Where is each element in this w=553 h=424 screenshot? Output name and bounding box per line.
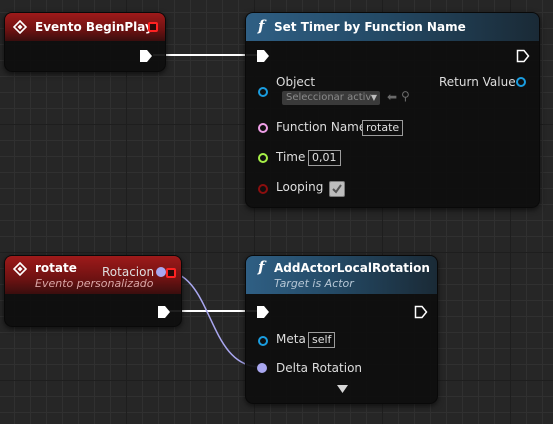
meta-label: Meta (276, 332, 306, 346)
arrow-left-icon[interactable]: ⬅ (387, 90, 397, 104)
expand-advanced-icon[interactable] (337, 385, 348, 393)
exec-out-pin[interactable] (516, 49, 530, 63)
time-label: Time (276, 150, 306, 164)
check-icon (332, 184, 342, 194)
exec-out-pin[interactable] (157, 305, 171, 319)
diamond-event-icon (13, 20, 27, 34)
object-combobox-text: Seleccionar activ (286, 92, 372, 103)
chevron-down-icon: ▼ (370, 93, 377, 102)
rotate-event-node[interactable]: rotate Evento personalizado Rotacion (4, 255, 182, 327)
exec-out-pin[interactable] (414, 305, 428, 319)
meta-pin[interactable] (258, 336, 268, 346)
begin-play-header[interactable]: Evento BeginPlay (5, 13, 165, 41)
diamond-event-icon (13, 262, 27, 276)
set-timer-node[interactable]: f Set Timer by Function Name Object Sele… (245, 12, 540, 208)
exec-in-pin[interactable] (256, 49, 270, 63)
meta-field[interactable]: self (308, 332, 336, 348)
exec-in-pin[interactable] (256, 305, 270, 319)
delegate-square-icon[interactable] (148, 22, 158, 32)
function-f-icon: f (258, 17, 265, 35)
exec-out-pin[interactable] (139, 49, 153, 63)
add-rotation-header[interactable]: f AddActorLocalRotation Target is Actor (246, 256, 437, 294)
object-label: Object (276, 75, 316, 89)
time-pin[interactable] (258, 153, 268, 163)
search-icon[interactable]: ⚲ (401, 89, 410, 103)
rotacion-pin[interactable] (156, 267, 166, 277)
rotacion-label: Rotacion (102, 265, 155, 279)
add-rotation-subtitle: Target is Actor (274, 277, 354, 290)
looping-pin[interactable] (258, 184, 268, 194)
begin-play-title: Evento BeginPlay (35, 20, 153, 34)
add-rotation-node[interactable]: f AddActorLocalRotation Target is Actor … (245, 255, 438, 404)
delta-rotation-label: Delta Rotation (276, 361, 363, 375)
return-value-label: Return Value (439, 75, 516, 89)
looping-label: Looping (276, 180, 324, 194)
delegate-square-icon[interactable] (166, 268, 176, 278)
delta-rotation-pin[interactable] (257, 363, 267, 373)
function-name-label: Function Name (276, 120, 367, 134)
object-combobox[interactable]: Seleccionar activ ▼ (282, 91, 380, 105)
time-field[interactable]: 0,01 (308, 150, 341, 166)
set-timer-title: Set Timer by Function Name (274, 20, 466, 34)
function-f-icon: f (258, 258, 265, 276)
begin-play-node[interactable]: Evento BeginPlay (4, 12, 166, 72)
function-name-pin[interactable] (258, 123, 268, 133)
return-value-pin[interactable] (516, 77, 526, 87)
function-name-field[interactable]: rotate (362, 120, 404, 136)
rotate-event-header[interactable]: rotate Evento personalizado Rotacion (5, 256, 181, 294)
blueprint-graph[interactable]: Evento BeginPlay f Set Timer by Function… (0, 0, 553, 424)
object-pin[interactable] (258, 87, 268, 97)
set-timer-header[interactable]: f Set Timer by Function Name (246, 13, 539, 41)
add-rotation-title: AddActorLocalRotation (274, 261, 430, 275)
rotate-event-title: rotate (35, 261, 77, 275)
looping-checkbox[interactable] (329, 181, 345, 197)
